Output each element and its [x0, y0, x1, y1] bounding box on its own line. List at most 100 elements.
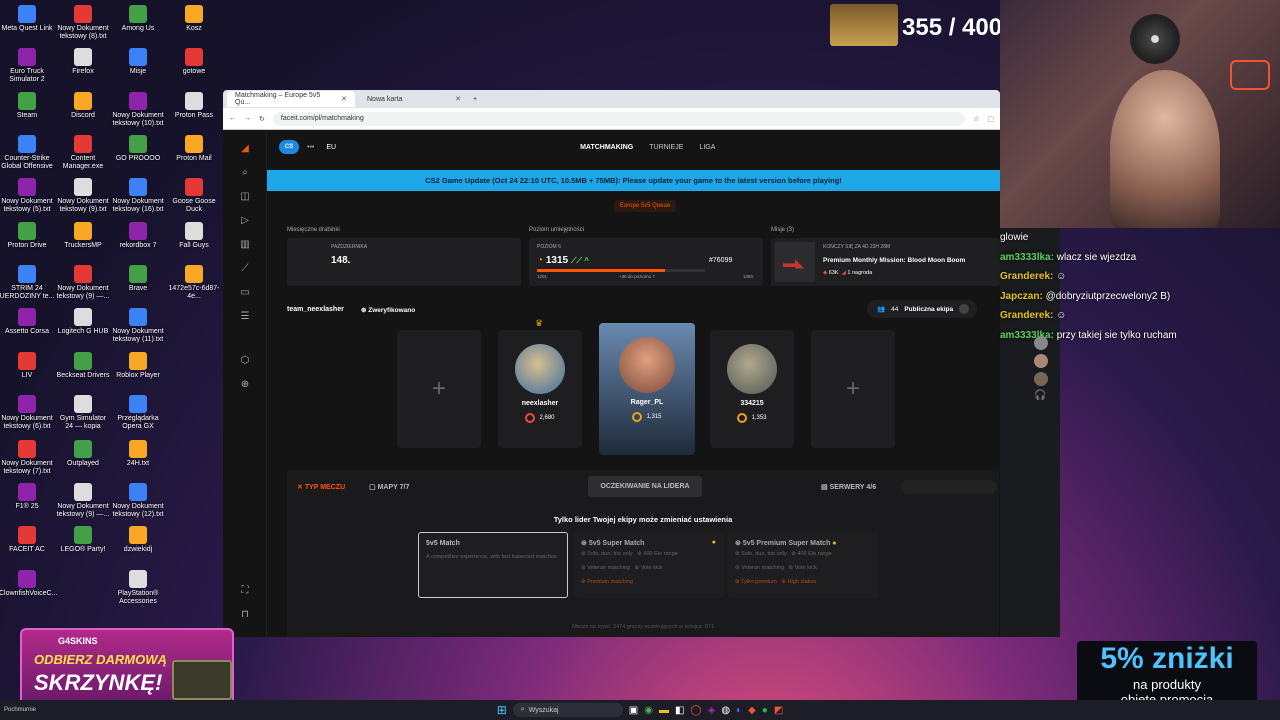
nav-matchmaking[interactable]: MATCHMAKING: [580, 144, 633, 151]
reload-icon[interactable]: ↻: [259, 115, 265, 123]
desktop-icon[interactable]: ClownfishVoiceC...: [0, 570, 57, 598]
ecq-icon[interactable]: ◫: [223, 184, 267, 208]
desktop-icon[interactable]: Nowy Dokument tekstowy (16).txt: [110, 178, 166, 214]
desktop-icon[interactable]: Gym Simulator 24 — kopia: [55, 395, 111, 431]
desktop-icon[interactable]: Nowy Dokument tekstowy (10).txt: [110, 92, 166, 128]
app-icon[interactable]: ◆: [748, 705, 756, 716]
url-input[interactable]: faceit.com/pl/matchmaking: [272, 111, 966, 126]
desktop-icon[interactable]: TruckersMP: [55, 222, 111, 250]
close-icon[interactable]: ✕: [341, 95, 347, 103]
steam-icon[interactable]: ◍: [721, 705, 730, 716]
desktop-icon[interactable]: Nowy Dokument tekstowy (11).txt: [110, 308, 166, 344]
desktop-icon[interactable]: Nowy Dokument tekstowy (12).txt: [110, 483, 166, 519]
video-icon[interactable]: ▭: [223, 280, 267, 304]
desktop-icon[interactable]: Misje: [110, 48, 166, 76]
promo-skins[interactable]: G4SKINS ODBIERZ DARMOWĄ SKRZYNKĘ!: [20, 628, 234, 706]
task-view-icon[interactable]: ▣: [629, 705, 638, 716]
desktop-icon[interactable]: Nowy Dokument tekstowy (9).txt: [55, 178, 111, 214]
desktop-icon[interactable]: Proton Pass: [166, 92, 222, 120]
desktop-icon[interactable]: gotowe: [166, 48, 222, 76]
player-card[interactable]: 334215 1,353: [710, 330, 794, 448]
spotify-icon[interactable]: ●: [762, 705, 768, 716]
disabled-toggle[interactable]: [901, 480, 997, 494]
desktop-icon[interactable]: Among Us: [110, 5, 166, 33]
desktop-icon[interactable]: Euro Truck Simulator 2: [0, 48, 55, 84]
desktop-icon[interactable]: dzwiekidj: [110, 526, 166, 554]
desktop-icon[interactable]: Logitech G HUB: [55, 308, 111, 336]
region-label[interactable]: EU: [326, 144, 336, 151]
desktop-icon[interactable]: Content Manager.exe: [55, 135, 111, 171]
star-icon[interactable]: ☆: [973, 115, 979, 123]
app-icon[interactable]: ◩: [774, 705, 783, 716]
servers-tab[interactable]: ▤ SERWERY 4/6: [821, 483, 876, 491]
stats-icon[interactable]: ▥: [223, 232, 267, 256]
app-icon[interactable]: ◧: [675, 705, 684, 716]
app-icon[interactable]: ◈: [708, 705, 716, 716]
list-icon[interactable]: ☰: [223, 304, 267, 328]
empty-slot[interactable]: +: [397, 330, 481, 448]
desktop-icon[interactable]: Fall Guys: [166, 222, 222, 250]
faceit-logo-icon[interactable]: ◢: [223, 136, 267, 160]
cs2-game-badge[interactable]: CS: [279, 140, 299, 154]
add-player-icon[interactable]: +: [397, 330, 481, 448]
more-icon[interactable]: •••: [307, 144, 314, 151]
play-icon[interactable]: ▷: [223, 208, 267, 232]
desktop-icon[interactable]: Counter-Strike Global Offensive: [0, 135, 55, 171]
weather-label[interactable]: Pochmurnie: [4, 707, 36, 713]
desktop-icon[interactable]: LEGO® Party!: [55, 526, 111, 554]
desktop-icon[interactable]: Discord: [55, 92, 111, 120]
desktop-icon[interactable]: Przeglądarka Opera GX: [110, 395, 166, 431]
desktop-icon[interactable]: 1472e57c-6d87-4e...: [166, 265, 222, 301]
shop-icon[interactable]: ⊓: [223, 602, 267, 626]
desktop-icon[interactable]: Nowy Dokument tekstowy (5).txt: [0, 178, 55, 214]
folder-icon[interactable]: ▬: [659, 705, 669, 716]
back-icon[interactable]: ←: [229, 115, 236, 122]
desktop-icon[interactable]: Roblox Player: [110, 352, 166, 380]
graph-icon[interactable]: ⟋: [223, 256, 267, 280]
expand-icon[interactable]: ⛶: [223, 578, 267, 602]
empty-slot[interactable]: +: [811, 330, 895, 448]
desktop-icon[interactable]: Kosz: [166, 5, 222, 33]
maps-tab[interactable]: ▢ MAPY 7/7: [369, 483, 409, 491]
opera-icon[interactable]: ◯: [690, 705, 701, 716]
add-player-icon[interactable]: +: [811, 330, 895, 448]
desktop-icon[interactable]: Proton Mail: [166, 135, 222, 163]
nav-tournaments[interactable]: TURNIEJE: [649, 144, 683, 151]
desktop-icon[interactable]: rekordbox 7: [110, 222, 166, 250]
windows-start-icon[interactable]: ⊞: [497, 703, 507, 717]
discord-icon[interactable]: ◐: [736, 705, 742, 716]
update-banner[interactable]: CS2 Game Update (Oct 24 22:10 UTC, 10.5M…: [267, 170, 1000, 191]
desktop-icon[interactable]: GO PROOOO: [110, 135, 166, 163]
tab-matchmaking[interactable]: Matchmaking – Europe 5v5 Qu... ✕: [227, 91, 355, 107]
team-visibility-toggle[interactable]: 👥 44 Publiczna ekipa: [867, 300, 977, 318]
match-type-tab[interactable]: ✕ TYP MECZU: [297, 483, 345, 491]
extension-icon[interactable]: ⬚: [987, 115, 994, 123]
desktop-icon[interactable]: Nowy Dokument tekstowy (9) —...: [55, 265, 111, 301]
desktop-icon[interactable]: Brave: [110, 265, 166, 293]
add-icon[interactable]: ⊕: [223, 372, 267, 396]
shield-icon[interactable]: ⬡: [223, 348, 267, 372]
desktop-icon[interactable]: Assetto Corsa: [0, 308, 55, 336]
toggle-knob[interactable]: [959, 304, 970, 314]
desktop-icon[interactable]: Goose Goose Duck: [166, 178, 222, 214]
desktop-icon[interactable]: STRIM 24 UERDOZINY te...: [0, 265, 55, 301]
desktop-icon[interactable]: FACEIT AC: [0, 526, 55, 554]
desktop-icon[interactable]: Outplayed: [55, 440, 111, 468]
mode-super-match[interactable]: ⊛ 5v5 Super Match ● ⊛ Solo, duo, trio on…: [574, 532, 724, 598]
desktop-icon[interactable]: 24H.txt: [110, 440, 166, 468]
mission-card[interactable]: ▬◣ KOŃCZY SIĘ ZA 4D 23H 28M Premium Mont…: [771, 238, 1000, 286]
desktop-icon[interactable]: Meta Quest Link: [0, 5, 55, 33]
desktop-icon[interactable]: Beckseat Drivers: [55, 352, 111, 380]
new-tab-icon[interactable]: +: [473, 96, 477, 103]
desktop-icon[interactable]: LIV: [0, 352, 55, 380]
desktop-icon[interactable]: Proton Drive: [0, 222, 55, 250]
taskbar-search[interactable]: ⌕ Wyszukaj: [512, 703, 623, 717]
desktop-icon[interactable]: PlayStation® Accessories: [110, 570, 166, 606]
desktop-icon[interactable]: Nowy Dokument tekstowy (9) —...: [55, 483, 111, 519]
desktop-icon[interactable]: Nowy Dokument tekstowy (7).txt: [0, 440, 55, 476]
search-icon[interactable]: ⌕: [223, 160, 267, 184]
mode-premium-super-match[interactable]: ⊛ 5v5 Premium Super Match ● ⊛ Solo, duo,…: [728, 532, 878, 598]
tab-new[interactable]: Nowa karta ✕: [359, 91, 469, 107]
forward-icon[interactable]: →: [244, 115, 251, 122]
close-icon[interactable]: ✕: [455, 95, 461, 103]
